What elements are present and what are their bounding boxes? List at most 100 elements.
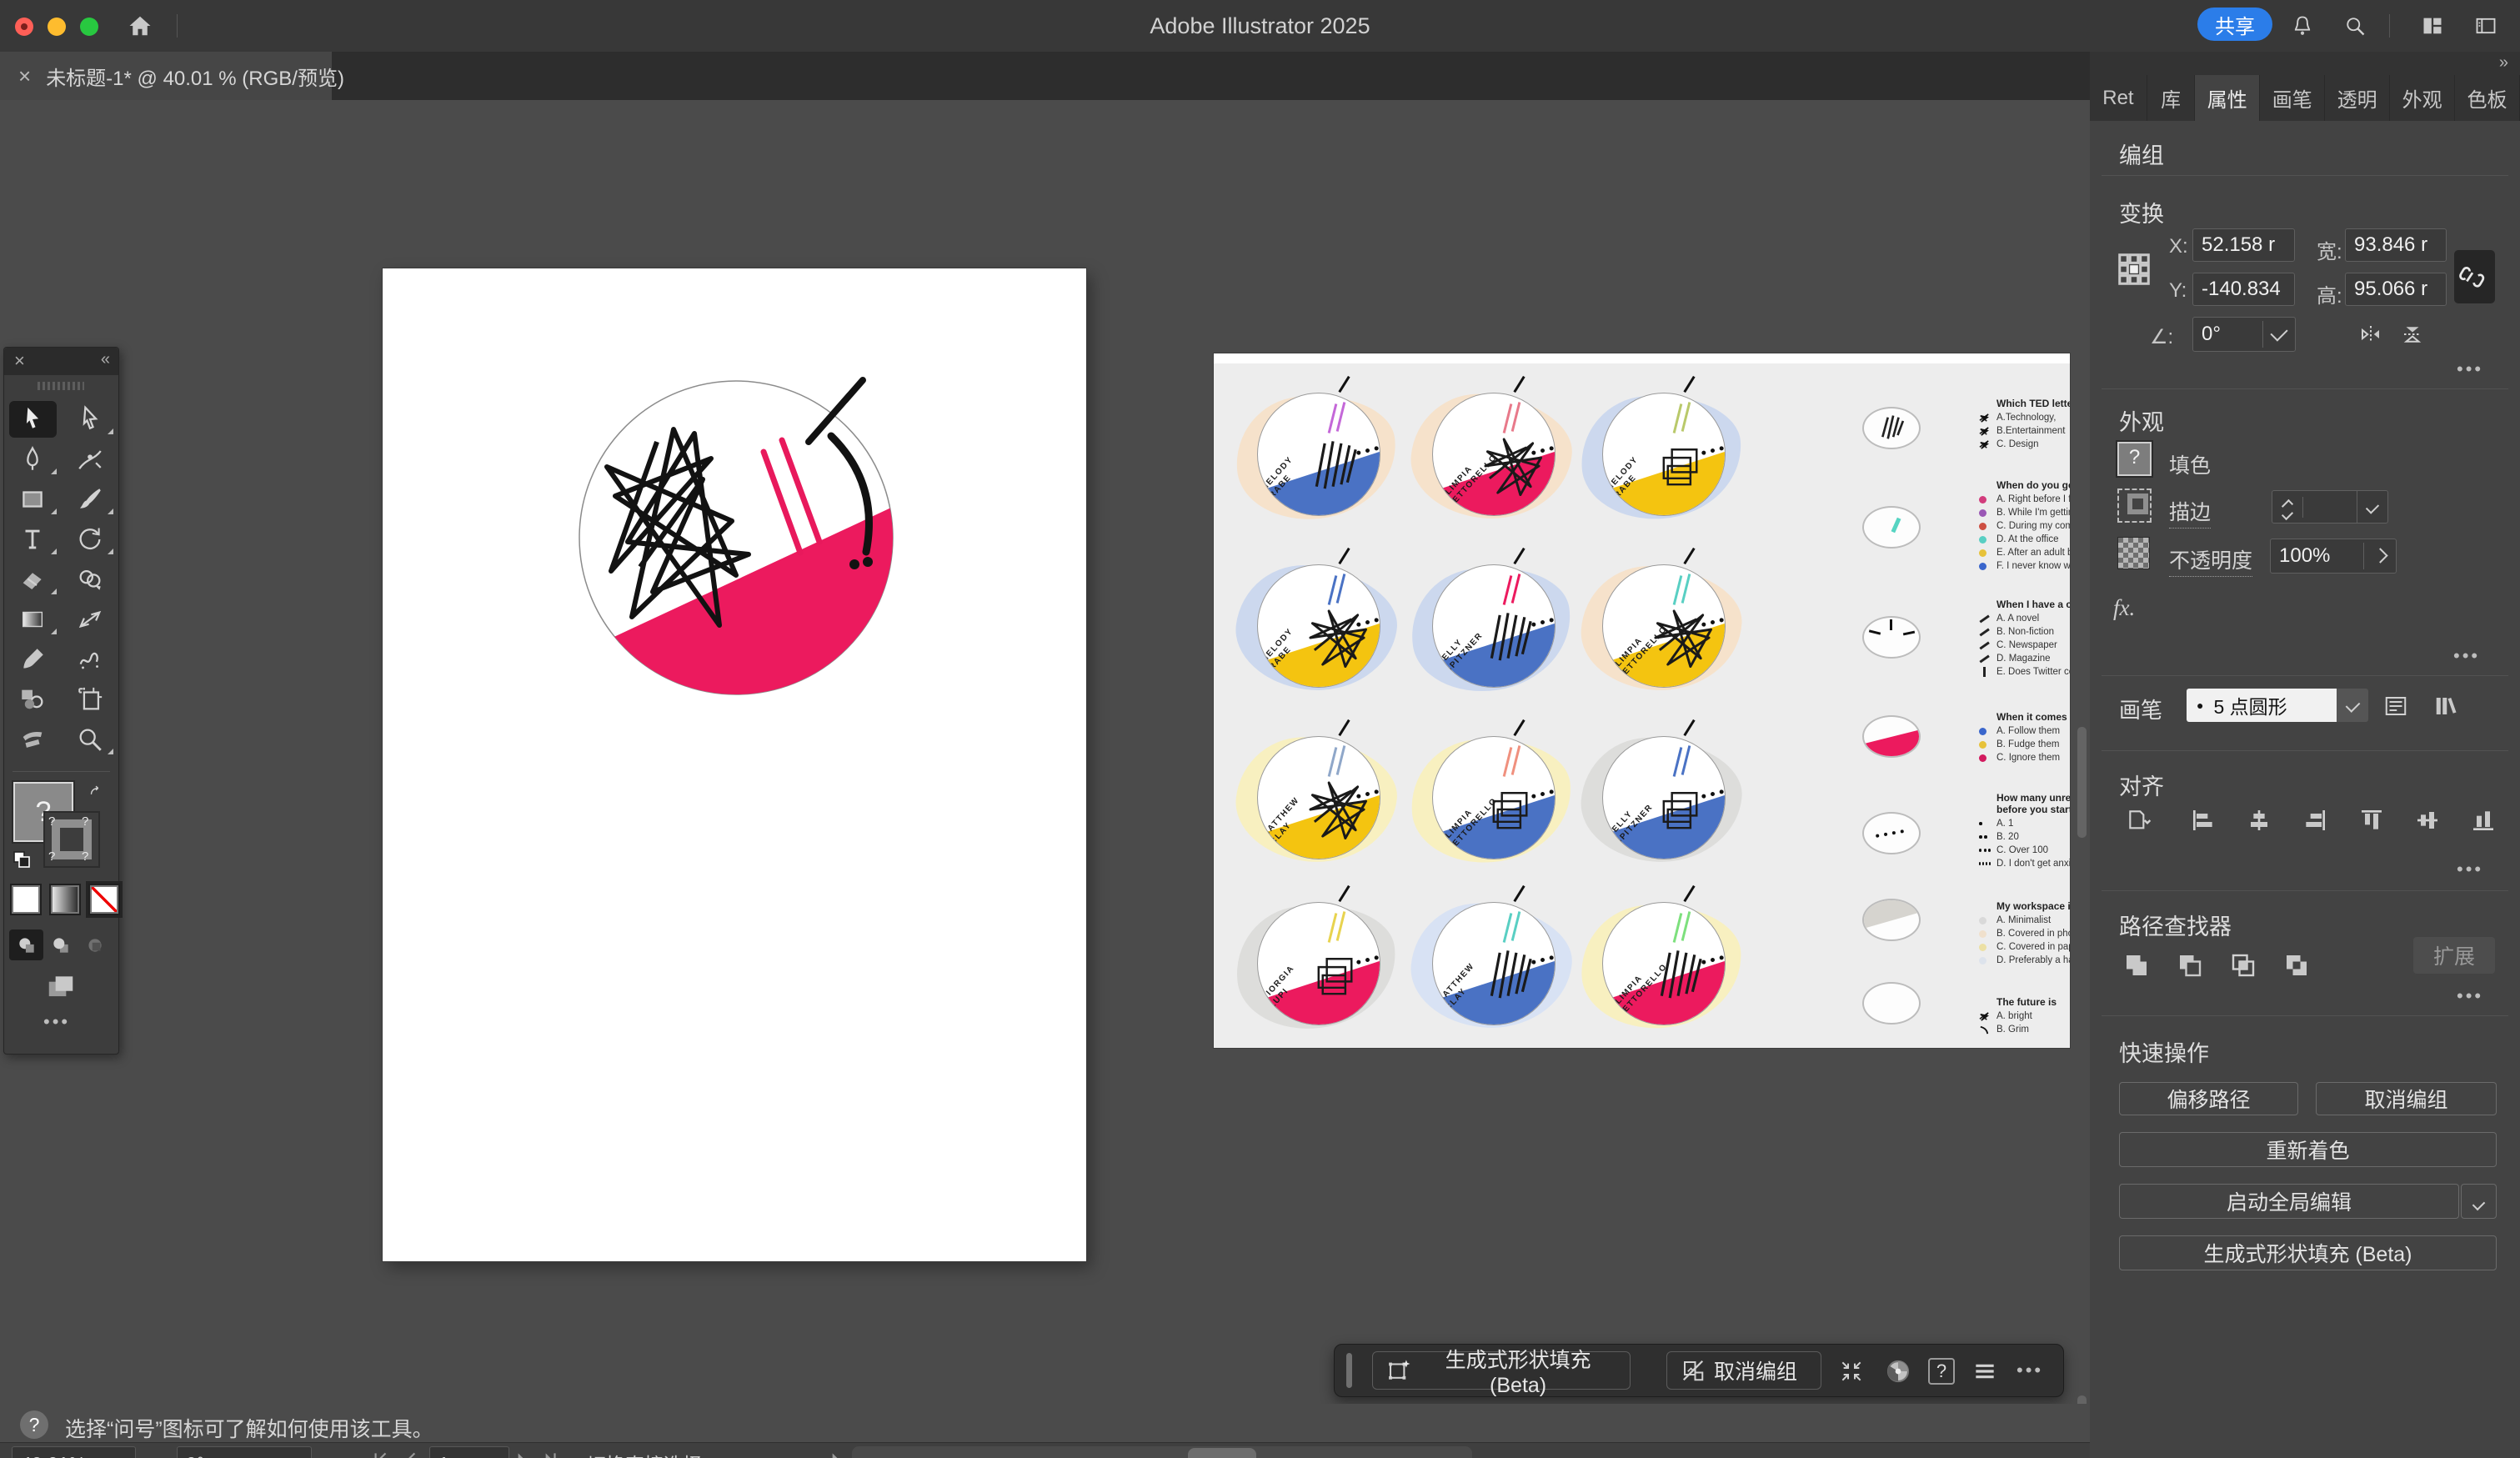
paintbrush-tool[interactable] (62, 479, 119, 519)
align-left-icon[interactable] (2190, 807, 2217, 834)
global-edit-button[interactable]: 启动全局编辑 (2119, 1184, 2459, 1219)
artboard-tool[interactable] (62, 679, 119, 719)
shaper-tool[interactable] (62, 639, 119, 679)
color-swatch-button[interactable] (10, 884, 42, 915)
canvas-vertical-scrollbar[interactable] (2077, 727, 2087, 838)
tab-外观[interactable]: 外观 (2390, 75, 2455, 121)
pen-tool[interactable] (4, 439, 62, 479)
appearance-more-icon[interactable]: ••• (2453, 645, 2480, 667)
workspace-switcher-icon[interactable] (2416, 13, 2449, 39)
fx-button[interactable]: fx. (2113, 595, 2135, 621)
artboard-number-field[interactable]: 1 (429, 1446, 509, 1458)
type-tool[interactable] (4, 519, 62, 559)
angle-dropdown[interactable]: 0° (2192, 317, 2296, 352)
zoom-chevron-icon[interactable] (137, 1454, 154, 1458)
opacity-label[interactable]: 不透明度 (2169, 544, 2252, 577)
height-field[interactable]: 95.066 r (2345, 273, 2447, 306)
eraser-tool[interactable] (4, 559, 62, 599)
toolbar-close-icon[interactable]: × (14, 350, 25, 372)
panel-overflow-icon[interactable]: » (2499, 53, 2508, 73)
tab-透明[interactable]: 透明 (2325, 75, 2390, 121)
none-swatch-button[interactable] (88, 884, 120, 915)
expand-button[interactable]: 扩展 (2413, 937, 2495, 974)
pathfinder-intersect-icon[interactable] (2228, 950, 2258, 980)
generative-shape-fill-quick-button[interactable]: 生成式形状填充 (Beta) (2119, 1235, 2497, 1270)
align-top-icon[interactable] (2358, 807, 2385, 834)
curvature-tool[interactable] (62, 439, 119, 479)
align-bottom-icon[interactable] (2470, 807, 2497, 834)
brush-dropdown-button[interactable] (2337, 689, 2368, 722)
rotation-field[interactable]: 0° (177, 1446, 312, 1458)
default-fill-stroke-icon[interactable] (11, 849, 33, 869)
transform-more-icon[interactable]: ••• (2457, 358, 2483, 380)
fill-label[interactable]: 填色 (2169, 449, 2211, 479)
x-field[interactable]: 52.158 r (2192, 228, 2295, 262)
stroke-swatch[interactable] (2117, 489, 2152, 523)
stroke-label[interactable]: 描边 (2169, 496, 2211, 529)
fill-swatch[interactable]: ? (2117, 442, 2152, 476)
tab-画笔[interactable]: 画笔 (2260, 75, 2325, 121)
tab-属性[interactable]: 属性 (2195, 75, 2260, 121)
fit-view-icon[interactable] (1838, 1358, 1865, 1385)
selected-artwork[interactable] (574, 375, 899, 700)
flip-horizontal-icon[interactable] (2358, 322, 2383, 347)
notifications-icon[interactable] (2288, 13, 2317, 39)
zoom-level-field[interactable]: 40.01% (12, 1446, 136, 1458)
width-field[interactable]: 93.846 r (2345, 228, 2447, 262)
taskbar-drag-handle[interactable] (1346, 1353, 1352, 1388)
gradient-tool[interactable] (4, 599, 62, 639)
screen-mode-icon[interactable] (41, 971, 81, 1003)
toolbar-grip[interactable] (38, 382, 84, 390)
brush-libraries-icon[interactable] (2432, 694, 2460, 719)
gradient-swatch-button[interactable] (49, 884, 81, 915)
help-icon[interactable]: ? (1928, 1358, 1955, 1385)
reference-image[interactable]: MELODY RABEOLIMPIA VETTORELLOMELODY RABE… (1214, 353, 2070, 1048)
next-artboard-icon[interactable] (511, 1450, 533, 1458)
first-artboard-icon[interactable] (369, 1450, 391, 1458)
document-tab[interactable]: × 未标题-1* @ 40.01 % (RGB/预览) (0, 52, 332, 100)
toolbar-collapse-icon[interactable]: « (101, 350, 110, 369)
shape-builder-tool[interactable] (62, 559, 119, 599)
tab-close-icon[interactable]: × (18, 63, 31, 89)
horizontal-scrollbar-thumb[interactable] (1188, 1448, 1256, 1458)
canvas-area[interactable]: MELODY RABEOLIMPIA VETTORELLOMELODY RABE… (0, 100, 2090, 1442)
tab-色板[interactable]: 色板 (2455, 75, 2520, 121)
status-help-icon[interactable]: ? (20, 1410, 48, 1439)
color-wheel-icon[interactable] (1885, 1358, 1911, 1385)
stepper-arrows[interactable] (2272, 497, 2303, 518)
tab-库[interactable]: 库 (2147, 75, 2195, 121)
tab-Ret[interactable]: Ret (2090, 75, 2147, 121)
offset-path-button[interactable]: 偏移路径 (2119, 1082, 2298, 1115)
brush-options-icon[interactable] (2383, 694, 2408, 719)
opacity-swatch[interactable] (2117, 537, 2150, 569)
opacity-field[interactable]: 100% (2270, 539, 2397, 574)
align-more-icon[interactable]: ••• (2457, 859, 2483, 880)
recolor-button[interactable]: 重新着色 (2119, 1132, 2497, 1167)
warp-tool[interactable] (4, 719, 62, 759)
rotate-tool[interactable] (62, 519, 119, 559)
draw-inside-mode-button[interactable] (78, 929, 112, 960)
direct-selection-tool[interactable] (62, 399, 119, 439)
search-icon[interactable] (2341, 13, 2369, 39)
selection-tool[interactable] (9, 401, 57, 438)
stroke-color-indicator[interactable]: ???? (43, 811, 100, 868)
swap-fill-stroke-icon[interactable] (86, 784, 106, 802)
eyedropper-tool[interactable] (4, 639, 62, 679)
pathfinder-unite-icon[interactable] (2122, 950, 2152, 980)
pathfinder-minus-front-icon[interactable] (2175, 950, 2205, 980)
zoom-tool[interactable] (62, 719, 119, 759)
align-right-icon[interactable] (2302, 807, 2328, 834)
reference-point-icon[interactable] (2115, 250, 2153, 288)
prev-artboard-icon[interactable] (400, 1450, 422, 1458)
generative-shape-fill-button[interactable]: 生成式形状填充 (Beta) (1372, 1351, 1631, 1390)
last-artboard-icon[interactable] (539, 1450, 560, 1458)
stroke-weight-stepper[interactable] (2272, 490, 2388, 524)
pathfinder-exclude-icon[interactable] (2282, 950, 2312, 980)
draw-normal-mode-button[interactable] (9, 929, 43, 960)
artboard[interactable] (383, 268, 1086, 1261)
ungroup-button[interactable]: 取消编组 (1666, 1351, 1821, 1390)
flip-vertical-icon[interactable] (2400, 322, 2425, 347)
stroke-weight-dropdown[interactable] (2357, 491, 2387, 523)
toolbar-more-icon[interactable]: ••• (43, 1011, 70, 1033)
draw-behind-mode-button[interactable] (43, 929, 78, 960)
